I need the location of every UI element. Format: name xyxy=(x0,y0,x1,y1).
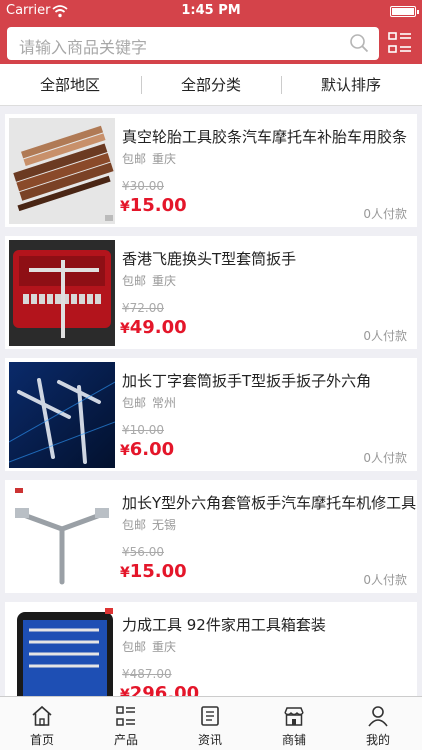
tab-products-label: 产品 xyxy=(113,733,138,747)
product-title[interactable]: 力成工具 92件家用工具箱套装 xyxy=(122,614,326,635)
shipping-tag: 包邮 xyxy=(122,518,147,532)
tab-home-label: 首页 xyxy=(29,733,54,747)
product-meta: 包邮 无锡 xyxy=(122,516,182,533)
divider xyxy=(281,76,282,94)
location: 重庆 xyxy=(152,640,177,654)
current-price: ¥15.00 xyxy=(120,195,187,216)
product-list: 真空轮胎工具胶条汽车摩托车补胎车用胶条 包邮 重庆 ¥30.00 ¥15.00 0… xyxy=(0,110,422,696)
product-title[interactable]: 加长丁字套筒扳手T型扳手扳子外六角 xyxy=(122,370,371,391)
product-card[interactable]: 加长丁字套筒扳手T型扳手扳子外六角 包邮 常州 ¥10.00 ¥6.00 0人付款 xyxy=(5,358,417,471)
original-price: ¥487.00 xyxy=(122,667,172,681)
location: 常州 xyxy=(152,396,177,410)
original-price: ¥10.00 xyxy=(122,423,164,437)
location: 重庆 xyxy=(152,152,177,166)
product-meta: 包邮 重庆 xyxy=(122,150,182,167)
current-price: ¥296.00 xyxy=(120,683,199,696)
shipping-tag: 包邮 xyxy=(122,640,147,654)
product-card[interactable]: 真空轮胎工具胶条汽车摩托车补胎车用胶条 包邮 重庆 ¥30.00 ¥15.00 0… xyxy=(5,114,417,227)
current-price: ¥49.00 xyxy=(120,317,187,338)
price-value: 49.00 xyxy=(129,317,187,338)
product-meta: 包邮 重庆 xyxy=(122,638,182,655)
price-value: 15.00 xyxy=(129,195,187,216)
status-bar: Carrier 1:45 PM xyxy=(0,0,422,22)
product-card[interactable]: 加长Y型外六角套管板手汽车摩托车机修工具 包邮 无锡 ¥56.00 ¥15.00 … xyxy=(5,480,417,593)
currency-symbol: ¥ xyxy=(120,321,130,337)
original-price: ¥56.00 xyxy=(122,545,164,559)
product-list-icon xyxy=(116,706,135,726)
shipping-tag: 包邮 xyxy=(122,152,147,166)
filter-category[interactable]: 全部分类 xyxy=(181,64,241,106)
product-image xyxy=(9,606,115,696)
search-placeholder: 请输入商品关键字 xyxy=(19,38,148,57)
location: 重庆 xyxy=(152,274,177,288)
user-icon xyxy=(368,706,388,727)
clock: 1:45 PM xyxy=(181,3,241,18)
tab-profile-label: 我的 xyxy=(365,733,390,747)
price-value: 296.00 xyxy=(129,683,200,696)
sold-count: 0人付款 xyxy=(363,207,407,221)
product-card[interactable]: 力成工具 92件家用工具箱套装 包邮 重庆 ¥487.00 ¥296.00 xyxy=(5,602,417,696)
price-value: 15.00 xyxy=(129,561,187,582)
shipping-tag: 包邮 xyxy=(122,274,147,288)
tab-products[interactable]: 产品 xyxy=(84,697,168,750)
search-input[interactable]: 请输入商品关键字 xyxy=(7,27,379,60)
product-card[interactable]: 香港飞鹿换头T型套筒扳手 包邮 重庆 ¥72.00 ¥49.00 0人付款 xyxy=(5,236,417,349)
store-icon xyxy=(284,707,304,726)
product-meta: 包邮 常州 xyxy=(122,394,182,411)
header: 请输入商品关键字 xyxy=(0,22,422,64)
tab-news-label: 资讯 xyxy=(197,733,222,747)
tab-bar: 首页 产品 资讯 商铺 我的 xyxy=(0,696,422,750)
original-price: ¥72.00 xyxy=(122,301,164,315)
product-title[interactable]: 加长Y型外六角套管板手汽车摩托车机修工具 xyxy=(122,492,416,513)
tab-store-label: 商铺 xyxy=(281,733,306,747)
tab-profile[interactable]: 我的 xyxy=(336,697,420,750)
original-price: ¥30.00 xyxy=(122,179,164,193)
news-icon xyxy=(201,706,219,726)
sold-count: 0人付款 xyxy=(363,573,407,587)
filter-category-label: 全部分类 xyxy=(181,76,242,94)
currency-symbol: ¥ xyxy=(120,565,130,581)
currency-symbol: ¥ xyxy=(120,199,130,215)
current-price: ¥6.00 xyxy=(120,439,174,460)
home-icon xyxy=(32,705,52,726)
currency-symbol: ¥ xyxy=(120,687,130,696)
tab-store[interactable]: 商铺 xyxy=(252,697,336,750)
filter-sort-label: 默认排序 xyxy=(321,76,382,94)
location: 无锡 xyxy=(152,518,177,532)
battery-icon xyxy=(390,6,419,17)
product-image xyxy=(9,240,115,346)
filter-region-label: 全部地区 xyxy=(40,76,101,94)
filter-bar: 全部地区 全部分类 默认排序 xyxy=(0,64,422,106)
product-image xyxy=(9,362,115,468)
shipping-tag: 包邮 xyxy=(122,396,147,410)
product-title[interactable]: 香港飞鹿换头T型套筒扳手 xyxy=(122,248,296,269)
sold-count: 0人付款 xyxy=(363,451,407,465)
product-image xyxy=(9,118,115,224)
divider xyxy=(141,76,142,94)
product-meta: 包邮 重庆 xyxy=(122,272,182,289)
category-menu-icon[interactable] xyxy=(387,30,413,56)
price-value: 6.00 xyxy=(129,439,175,460)
currency-symbol: ¥ xyxy=(120,443,130,459)
tab-home[interactable]: 首页 xyxy=(0,697,84,750)
product-title[interactable]: 真空轮胎工具胶条汽车摩托车补胎车用胶条 xyxy=(122,126,407,147)
sold-count: 0人付款 xyxy=(363,329,407,343)
search-icon[interactable] xyxy=(349,33,369,53)
tab-news[interactable]: 资讯 xyxy=(168,697,252,750)
filter-sort[interactable]: 默认排序 xyxy=(321,64,381,106)
current-price: ¥15.00 xyxy=(120,561,187,582)
filter-region[interactable]: 全部地区 xyxy=(40,64,100,106)
product-image xyxy=(9,484,115,590)
